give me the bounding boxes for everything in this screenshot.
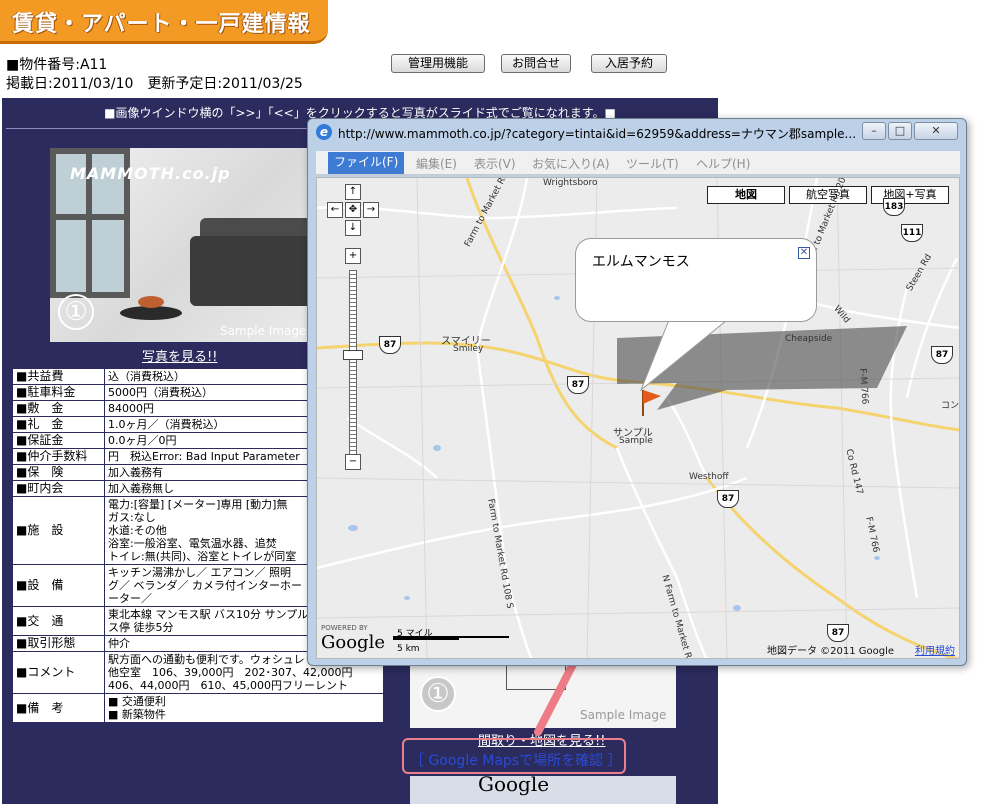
spec-key: ■仲介手数料 <box>12 448 105 465</box>
property-number: ■物件番号:A11 <box>6 57 108 73</box>
spec-key: ■施 設 <box>12 496 105 565</box>
place-kon: コン <box>941 401 960 411</box>
place-sample-en: Sample <box>619 436 653 446</box>
info-bubble: エルムマンモス ✕ <box>575 238 817 322</box>
spec-key: ■礼 金 <box>12 416 105 433</box>
map-popup-window[interactable]: e http://www.mammoth.co.jp/?category=tin… <box>307 118 967 666</box>
photo-number-badge: ① <box>58 294 94 330</box>
zoom-slider-track[interactable] <box>349 270 357 460</box>
highway-shield: 111 <box>901 224 923 242</box>
menu-view[interactable]: 表示(V) <box>474 155 516 172</box>
spec-value: ■ 交通便利 ■ 新築物件 <box>104 693 384 723</box>
close-window-button[interactable]: ✕ <box>914 122 958 140</box>
zoom-slider-thumb[interactable] <box>343 350 363 360</box>
view-photos-link[interactable]: 写真を見る!! <box>142 346 217 365</box>
highway-shield: 87 <box>379 336 401 354</box>
spec-key: ■駐車料金 <box>12 384 105 401</box>
inquiry-button[interactable]: お問合せ <box>501 54 571 73</box>
close-icon[interactable]: ✕ <box>798 247 810 259</box>
scale-bar <box>393 638 459 640</box>
photo-table <box>120 306 182 320</box>
browser-icon: e <box>316 124 332 140</box>
menu-file[interactable]: ファイル(F) <box>328 152 405 174</box>
spec-key: ■共益費 <box>12 368 105 385</box>
spec-key: ■取引形態 <box>12 635 105 652</box>
google-maps-link[interactable]: ［ Google Mapsで場所を確認 ］ <box>410 750 622 770</box>
move-in-reservation-button[interactable]: 入居予約 <box>591 54 667 73</box>
highway-shield: 87 <box>931 346 953 364</box>
menu-favorites[interactable]: お気に入り(A) <box>532 155 610 172</box>
photo-fruit-bowl <box>138 296 164 308</box>
spec-key: ■設 備 <box>12 564 105 607</box>
place-westhoff: Westhoff <box>689 472 729 482</box>
highway-shield: 87 <box>717 490 739 508</box>
photo-watermark-logo: MAMMOTH.co.jp <box>70 164 231 183</box>
maximize-button[interactable]: □ <box>888 122 912 140</box>
highway-shield: 183 <box>883 198 905 216</box>
pan-left-icon[interactable]: ← <box>327 202 343 218</box>
pan-center-icon[interactable]: ✥ <box>345 202 361 218</box>
place-wrightsboro: Wrightsboro <box>543 178 598 188</box>
map-terms-link[interactable]: 利用規約 <box>915 642 955 657</box>
spec-key: ■保 険 <box>12 464 105 481</box>
menu-edit[interactable]: 編集(E) <box>416 155 457 172</box>
site-title: 賃貸・アパート・一戸建情報 <box>12 12 311 37</box>
scale-km: 5 km <box>397 644 420 654</box>
photo-sample-label: Sample Image <box>220 324 307 338</box>
pan-right-icon[interactable]: → <box>363 202 379 218</box>
map-attribution: 地図データ ©2011 Google <box>767 646 895 657</box>
spec-key: ■敷 金 <box>12 400 105 417</box>
menu-help[interactable]: ヘルプ(H) <box>696 155 750 172</box>
info-bubble-title: エルムマンモス <box>592 254 690 270</box>
pan-down-icon[interactable]: ↓ <box>345 220 361 236</box>
photo-sofa <box>190 236 312 306</box>
menu-tools[interactable]: ツール(T) <box>626 155 679 172</box>
floorplan-number-badge: ① <box>420 676 456 712</box>
zoom-in-icon[interactable]: + <box>345 248 361 264</box>
pan-up-icon[interactable]: ↑ <box>345 184 361 200</box>
admin-functions-button[interactable]: 管理用機能 <box>391 54 485 73</box>
popup-url-bar: http://www.mammoth.co.jp/?category=tinta… <box>338 127 857 141</box>
google-logo[interactable]: Google <box>321 632 385 653</box>
powered-by-label: POWERED BY <box>321 624 368 632</box>
spec-key: ■保証金 <box>12 432 105 449</box>
highway-shield: 87 <box>567 376 589 394</box>
spec-key: ■町内会 <box>12 480 105 497</box>
spec-key: ■コメント <box>12 651 105 694</box>
property-dates: 掲載日:2011/03/10 更新予定日:2011/03/25 <box>6 76 303 92</box>
place-smiley-en: Smiley <box>453 344 484 354</box>
spec-key: ■交 通 <box>12 606 105 636</box>
menu-bar: ファイル(F) 編集(E) 表示(V) お気に入り(A) ツール(T) ヘルプ(… <box>316 151 960 175</box>
minimize-button[interactable]: – <box>862 122 886 140</box>
google-logo: Google <box>478 772 550 796</box>
google-map[interactable]: 地図 航空写真 地図+写真 ↑ ← ✥ → ↓ + − Wrightsboro … <box>316 177 960 659</box>
highway-shield: 87 <box>827 624 849 642</box>
property-photo[interactable]: MAMMOTH.co.jp ① Sample Image <box>50 148 312 342</box>
spec-key: ■備 考 <box>12 693 105 723</box>
place-cheapside: Cheapside <box>785 334 833 344</box>
zoom-out-icon[interactable]: − <box>345 454 361 470</box>
map-type-map[interactable]: 地図 <box>707 186 785 204</box>
table-row: ■備 考 ■ 交通便利 ■ 新築物件 <box>12 693 384 723</box>
